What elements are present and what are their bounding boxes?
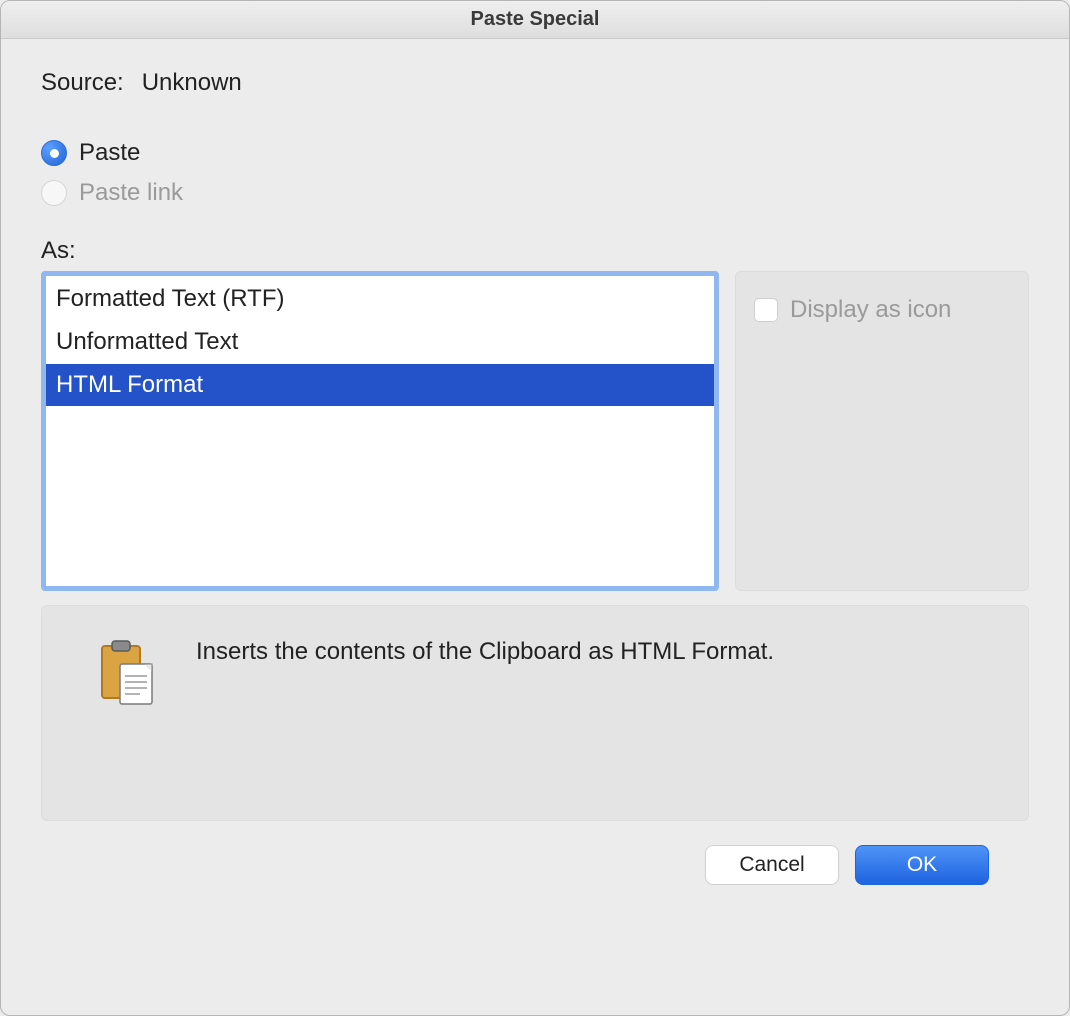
cancel-button-label: Cancel	[739, 853, 804, 877]
format-list-item[interactable]: HTML Format	[46, 364, 714, 407]
paste-radio[interactable]	[41, 140, 67, 166]
paste-radio-row[interactable]: Paste	[41, 139, 1029, 167]
display-as-icon-row: Display as icon	[754, 296, 951, 324]
ok-button[interactable]: OK	[855, 845, 989, 885]
cancel-button[interactable]: Cancel	[705, 845, 839, 885]
as-label: As:	[41, 237, 1029, 265]
format-list-item[interactable]: Unformatted Text	[46, 321, 714, 364]
format-listbox[interactable]: Formatted Text (RTF)Unformatted TextHTML…	[41, 271, 719, 591]
paste-mode-radio-group: Paste Paste link	[41, 139, 1029, 219]
description-panel: Inserts the contents of the Clipboard as…	[41, 605, 1029, 821]
dialog-footer: Cancel OK	[41, 821, 1029, 885]
paste-link-radio-label: Paste link	[79, 179, 183, 207]
source-label: Source:	[41, 69, 124, 97]
dialog-content: Source: Unknown Paste Paste link As: For…	[1, 39, 1069, 1015]
display-as-icon-label: Display as icon	[790, 296, 951, 324]
display-icon-panel: Display as icon	[735, 271, 1029, 591]
description-text: Inserts the contents of the Clipboard as…	[196, 634, 774, 666]
paste-radio-label: Paste	[79, 139, 140, 167]
mid-row: Formatted Text (RTF)Unformatted TextHTML…	[41, 271, 1029, 591]
source-value: Unknown	[142, 69, 242, 97]
titlebar: Paste Special	[1, 1, 1069, 39]
paste-link-radio-row: Paste link	[41, 179, 1029, 207]
clipboard-icon	[100, 640, 156, 706]
ok-button-label: OK	[907, 853, 937, 877]
format-list-item[interactable]: Formatted Text (RTF)	[46, 278, 714, 321]
source-row: Source: Unknown	[41, 69, 1029, 97]
display-as-icon-checkbox	[754, 298, 778, 322]
window-title: Paste Special	[471, 8, 600, 31]
paste-special-dialog: Paste Special Source: Unknown Paste Past…	[0, 0, 1070, 1016]
paste-link-radio	[41, 180, 67, 206]
